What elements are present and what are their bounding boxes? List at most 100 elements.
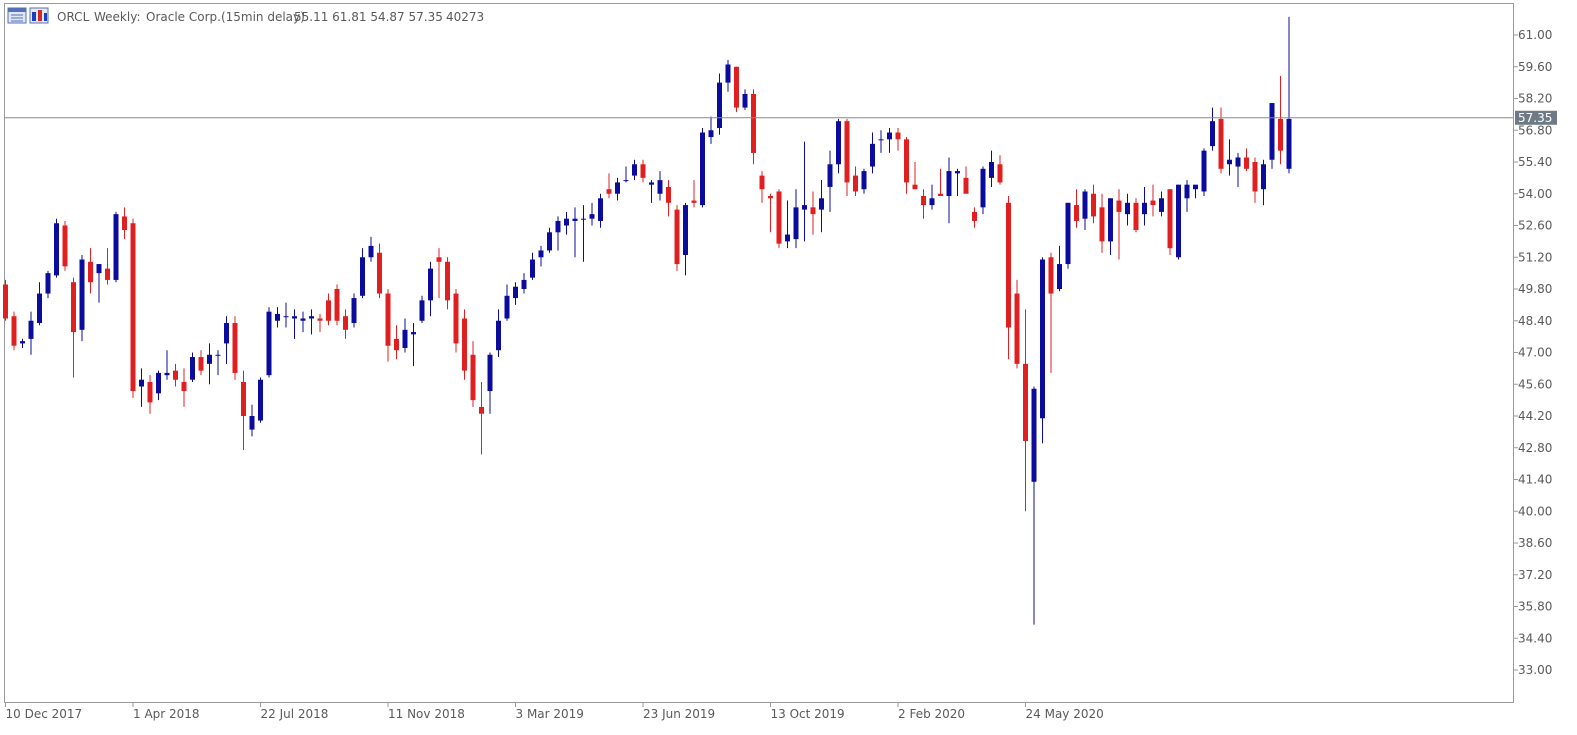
x-tick-label: 22 Jul 2018 [261,707,329,721]
candle-body [997,164,1003,183]
candle[interactable] [130,218,136,398]
candle-body [198,357,204,371]
candle-body [836,121,841,165]
candle-body [853,175,858,192]
candle-body [1227,159,1232,165]
candle-body [309,316,314,319]
y-tick-label: 41.40 [1518,473,1552,487]
candle-body [615,182,620,194]
candle[interactable] [674,205,680,271]
candle[interactable] [1201,148,1207,197]
candle-body [1142,202,1147,215]
candle-body [402,329,408,348]
candle-body [1210,121,1215,147]
candle-body [258,379,263,421]
candle-body [190,357,195,380]
candle-body [96,264,102,274]
candle-body [955,171,960,174]
candle-body [130,223,136,392]
candle[interactable] [232,316,238,380]
candle-body [623,180,629,182]
candle-body [921,196,926,206]
candle-body [963,177,969,194]
y-tick-label: 35.80 [1518,600,1552,614]
candle[interactable] [1040,257,1045,444]
candle-body [538,250,544,258]
candle-body [88,261,93,283]
candle[interactable] [113,211,119,283]
candle-body [708,130,714,138]
candle-body [419,300,425,321]
candle-body [317,318,323,321]
y-tick-label: 59.60 [1518,60,1552,74]
candle[interactable] [3,279,8,321]
candle[interactable] [717,73,722,135]
x-tick-label: 13 Oct 2019 [771,707,845,721]
candle-body [1252,162,1258,192]
candle[interactable] [79,254,85,342]
candle-body [156,372,161,394]
candle[interactable] [700,127,705,208]
candle-body [3,284,8,319]
candle-body [300,318,306,321]
candle[interactable] [453,289,459,353]
candle-body [521,279,527,289]
y-tick-label: 34.40 [1518,631,1552,645]
y-tick-label: 55.40 [1518,155,1552,169]
candle-body [504,295,510,319]
candle-body [768,196,773,199]
candle[interactable] [734,66,739,113]
candle[interactable] [1269,103,1275,169]
candle-body [385,293,391,346]
candle-body [946,171,952,197]
candlestick-chart[interactable]: ORCL Weekly: Oracle Corp.(15min delay) 5… [0,0,1577,735]
candle[interactable] [62,220,68,271]
candle-body [479,406,484,414]
candle-body [266,311,272,376]
candle-body [470,354,476,401]
candle-body [283,316,289,318]
candle-body [496,320,501,351]
candle[interactable] [54,218,59,278]
candle-body [810,207,816,215]
y-tick-label: 40.00 [1518,504,1552,518]
candle[interactable] [1065,202,1071,269]
current-price-tag: 57.35 [1515,110,1557,125]
candle-body [1167,189,1173,249]
candle-body [759,175,765,190]
properties-icon[interactable] [7,7,27,24]
candle-body [1082,191,1088,219]
candle-body [1133,202,1139,231]
candle-body [181,381,187,392]
candle-body [870,143,875,167]
candle[interactable] [334,284,340,326]
candle-body [972,211,977,221]
candle-body [45,273,51,294]
candle-body [938,193,943,197]
candle-body [1176,184,1181,258]
candle-body [649,182,654,185]
candle-body [1193,184,1198,190]
candle[interactable] [1133,198,1139,233]
candle-body [1218,118,1224,169]
candle[interactable] [351,293,357,328]
x-tick-label: 3 Mar 2019 [516,707,584,721]
candle-body [1065,202,1071,265]
candle[interactable] [1176,184,1181,260]
candle[interactable] [776,189,782,249]
chart-type-icon[interactable] [29,7,49,24]
candle-body [436,257,442,262]
candle[interactable] [1167,189,1173,255]
candle-body [113,214,119,280]
candle[interactable] [11,311,17,351]
candle[interactable] [980,166,986,215]
candle-body [793,207,799,240]
x-tick-label: 23 Jun 2019 [643,707,715,721]
candle-body [861,171,867,190]
candle-body [224,323,229,344]
candle-body [674,209,680,265]
candle[interactable] [462,309,467,380]
candle-body [742,93,748,108]
candle[interactable] [266,307,272,378]
candle[interactable] [258,377,263,423]
